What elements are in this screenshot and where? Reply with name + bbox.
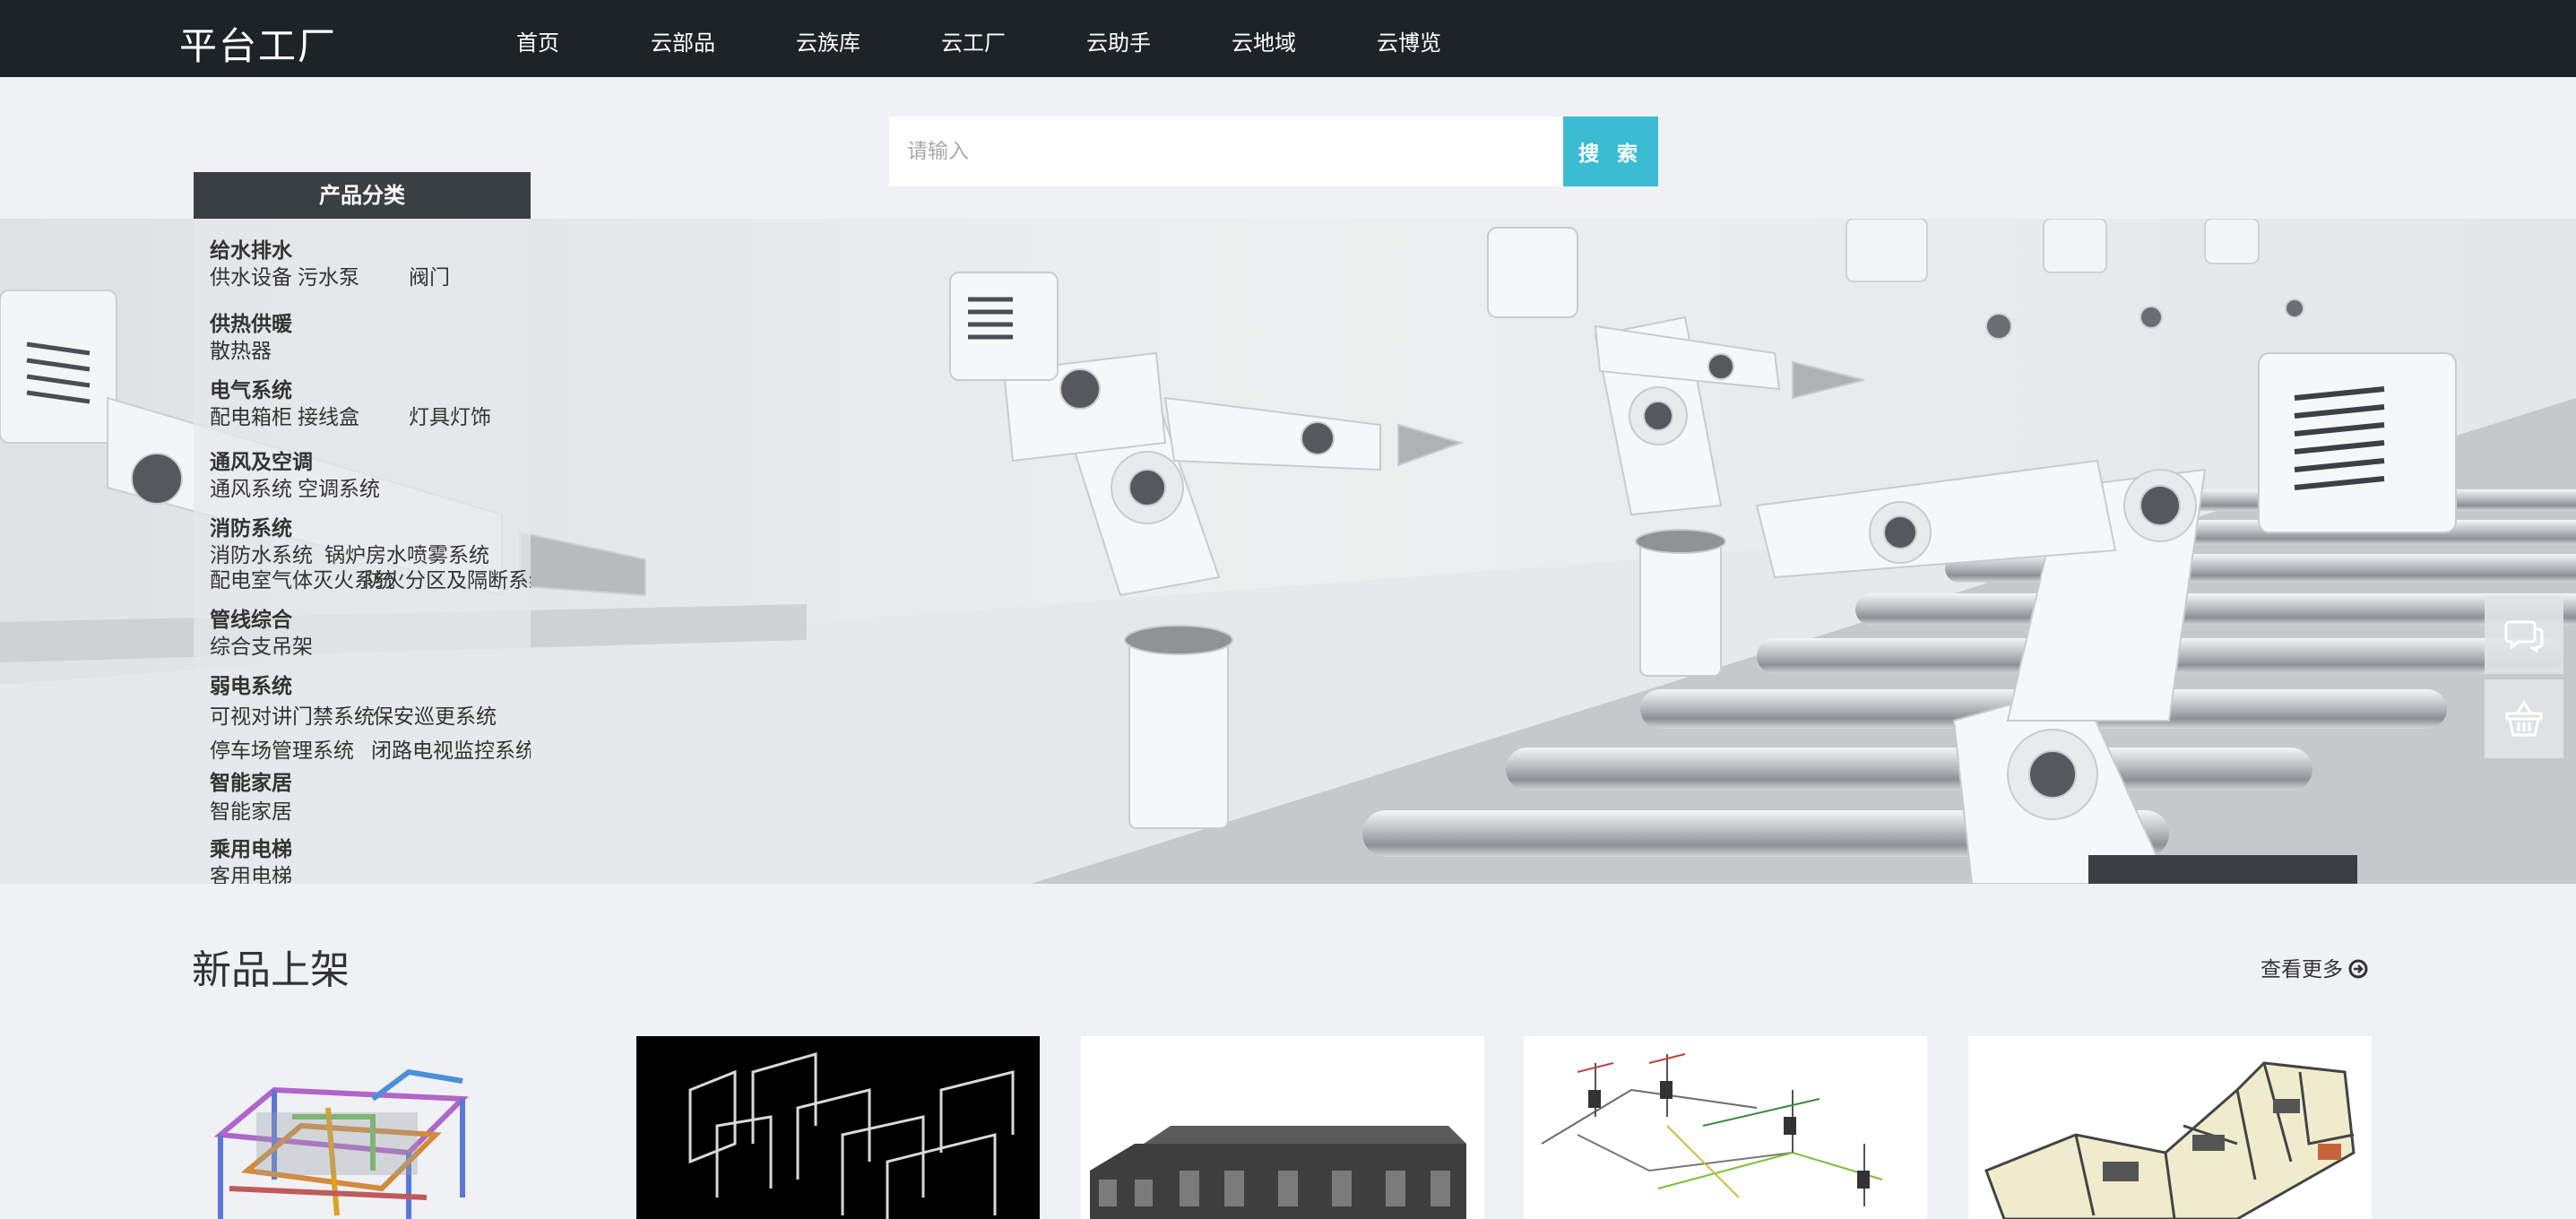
nav-item-cloud-factory[interactable]: 云工厂 xyxy=(941,25,1006,56)
view-more-label: 查看更多 xyxy=(2260,958,2343,981)
nav-item-cloud-expo[interactable]: 云博览 xyxy=(1377,25,1441,56)
category-link[interactable]: 散热器 xyxy=(210,333,272,364)
category-title-pipeline[interactable]: 管线综合 xyxy=(210,602,292,633)
category-title-electrical[interactable]: 电气系统 xyxy=(210,373,292,403)
category-link[interactable]: 供水设备 xyxy=(210,260,292,290)
product-thumbnail xyxy=(1984,1061,2356,1219)
basket-icon xyxy=(2505,700,2543,737)
category-link[interactable]: 接线盒 xyxy=(298,400,359,430)
category-title-heating[interactable]: 供热供暖 xyxy=(210,307,292,337)
category-link[interactable]: 可视对讲门禁系统 xyxy=(210,699,375,730)
nav-item-cloud-family-library[interactable]: 云族库 xyxy=(796,25,860,56)
category-link[interactable]: 空调系统 xyxy=(298,471,380,502)
category-link[interactable]: 阀门 xyxy=(409,260,450,290)
arrow-circle-right-icon xyxy=(2348,959,2368,979)
nav-item-cloud-assistant[interactable]: 云助手 xyxy=(1086,25,1151,56)
chat-button[interactable] xyxy=(2485,595,2563,674)
category-title-water[interactable]: 给水排水 xyxy=(210,233,292,264)
product-thumbnail xyxy=(688,1052,1015,1219)
chat-icon xyxy=(2504,620,2544,653)
product-thumbnail xyxy=(1541,1053,1883,1206)
product-thumbnail xyxy=(1090,1126,1466,1219)
product-card[interactable] xyxy=(636,1036,1040,1219)
product-card[interactable] xyxy=(194,1036,597,1219)
product-card[interactable] xyxy=(1524,1036,1927,1219)
section-title-new-products: 新品上架 xyxy=(192,947,350,993)
product-card[interactable] xyxy=(1081,1036,1484,1219)
category-link[interactable]: 综合支吊架 xyxy=(210,629,313,660)
product-category-panel: 产品分类 给水排水 供水设备 污水泵 阀门 供热供暖 散热器 电气系统 配电箱柜… xyxy=(194,172,531,884)
top-nav-bar: 平台工厂 首页 云部品 云族库 云工厂 云助手 云地域 云博览 xyxy=(0,0,2576,77)
nav-item-cloud-region[interactable]: 云地域 xyxy=(1232,25,1296,56)
category-link[interactable]: 防火分区及隔断系统 xyxy=(364,563,531,593)
cart-button[interactable] xyxy=(2485,679,2563,758)
product-card[interactable] xyxy=(1968,1036,2372,1219)
view-more-link[interactable]: 查看更多 xyxy=(2260,952,2368,982)
category-link[interactable]: 污水泵 xyxy=(298,260,359,290)
nav-item-home[interactable]: 首页 xyxy=(516,25,559,56)
category-title-elevator[interactable]: 乘用电梯 xyxy=(210,832,292,862)
nav-item-cloud-parts[interactable]: 云部品 xyxy=(651,25,715,56)
category-link[interactable]: 保安巡更系统 xyxy=(373,699,497,730)
product-thumbnail xyxy=(213,1068,469,1219)
category-title-fire[interactable]: 消防系统 xyxy=(210,511,292,541)
category-heading: 产品分类 xyxy=(194,172,531,219)
category-title-hvac[interactable]: 通风及空调 xyxy=(210,445,313,475)
search-input[interactable] xyxy=(889,117,1563,186)
category-link[interactable]: 灯具灯饰 xyxy=(409,400,491,430)
category-list: 给水排水 供水设备 污水泵 阀门 供热供暖 散热器 电气系统 配电箱柜 接线盒 … xyxy=(194,219,531,884)
category-link[interactable]: 配电箱柜 xyxy=(210,400,292,430)
category-link[interactable]: 闭路电视监控系统 xyxy=(371,733,531,764)
category-link[interactable]: 通风系统 xyxy=(210,471,292,502)
category-title-low-voltage[interactable]: 弱电系统 xyxy=(210,669,292,699)
search-button[interactable]: 搜 索 xyxy=(1563,117,1658,186)
category-link[interactable]: 停车场管理系统 xyxy=(210,733,354,764)
category-title-smart-home[interactable]: 智能家居 xyxy=(210,765,292,796)
category-link[interactable]: 智能家居 xyxy=(210,794,292,825)
category-link[interactable]: 客用电梯 xyxy=(210,859,292,884)
site-logo[interactable]: 平台工厂 xyxy=(179,16,337,71)
